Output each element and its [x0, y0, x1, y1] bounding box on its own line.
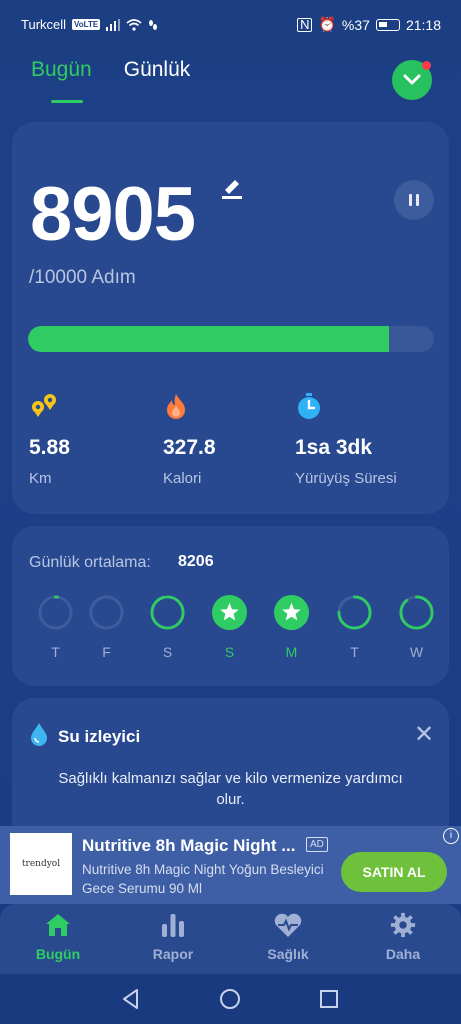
location-pin-icon	[32, 394, 56, 417]
battery-icon	[375, 18, 400, 31]
nav-health[interactable]: Sağlık	[248, 912, 328, 962]
stat-duration: 1sa 3dk Yürüyüş Süresi	[295, 392, 397, 487]
nav-more[interactable]: Daha	[363, 912, 443, 962]
day-indicator[interactable]: T	[336, 594, 374, 660]
nav-label: Rapor	[152, 946, 194, 962]
wifi-icon	[126, 18, 142, 31]
nav-today[interactable]: Bugün	[18, 912, 98, 962]
step-count: 8905	[30, 172, 196, 257]
top-tabs: Bugün Günlük	[31, 58, 190, 82]
alarm-icon: ⏰	[318, 16, 336, 32]
dropdown-button[interactable]	[392, 60, 432, 100]
day-label: S	[162, 644, 173, 660]
signal-icon	[106, 18, 121, 31]
average-label: Günlük ortalama:	[29, 554, 151, 571]
water-drop-icon	[31, 723, 47, 746]
stat-value: 1sa 3dk	[295, 436, 373, 459]
step-goal: /10000 Adım	[29, 267, 136, 288]
home-icon	[46, 914, 70, 936]
day-progress-ring	[399, 595, 434, 630]
day-label: W	[409, 644, 424, 660]
clock: 21:18	[405, 16, 441, 33]
nav-label: Sağlık	[267, 946, 309, 962]
average-value: 8206	[178, 553, 214, 570]
tab-today-underline	[51, 100, 83, 103]
day-progress-ring	[38, 595, 73, 630]
day-label: F	[102, 644, 111, 660]
home-circle-icon[interactable]	[219, 988, 241, 1010]
pause-button[interactable]	[394, 180, 434, 220]
stopwatch-icon	[298, 393, 320, 419]
ad-description: Nutritive 8h Magic Night Yoğun Besleyici…	[82, 862, 324, 896]
ad-title[interactable]: Nutritive 8h Magic Night ...	[82, 836, 295, 856]
day-indicator[interactable]: T	[37, 594, 75, 660]
edit-icon[interactable]	[219, 174, 245, 200]
day-indicator[interactable]: M	[273, 594, 311, 660]
info-icon[interactable]: i	[443, 828, 459, 844]
ad-logo-text: trendyol	[21, 859, 61, 869]
status-right: N ⏰ %37 21:18	[297, 16, 441, 33]
stat-distance: 5.88 Km	[29, 392, 70, 487]
status-left: Turkcell VoLTE	[21, 17, 158, 32]
nav-label: Daha	[385, 946, 421, 962]
day-indicator[interactable]: W	[398, 594, 436, 660]
day-label: S	[224, 644, 235, 660]
recents-icon[interactable]	[318, 988, 340, 1010]
buy-button[interactable]: SATIN AL	[341, 852, 447, 892]
day-progress-ring	[211, 594, 248, 631]
system-nav-bar	[0, 974, 461, 1024]
pause-bar	[416, 194, 419, 206]
stat-calories: 327.8 Kalori	[163, 392, 216, 487]
tab-today[interactable]: Bugün	[31, 58, 92, 82]
day-indicator[interactable]: F	[88, 594, 126, 660]
nav-report[interactable]: Rapor	[133, 912, 213, 962]
day-progress-ring	[273, 594, 310, 631]
water-title: Su izleyici	[58, 727, 141, 746]
volte-badge: VoLTE	[72, 19, 101, 30]
day-label: T	[51, 644, 60, 660]
step-progress-fill	[28, 326, 390, 352]
flame-icon	[167, 394, 185, 419]
ad-badge: AD	[306, 837, 328, 852]
day-label: M	[285, 644, 298, 660]
footsteps-icon	[149, 19, 158, 30]
daily-average-card: Günlük ortalama: 8206 T F S S M T W	[12, 526, 449, 686]
stat-value: 327.8	[163, 436, 216, 459]
bottom-nav: Bugün Rapor Sağlık Daha	[0, 904, 461, 974]
day-label: T	[350, 644, 359, 660]
water-description: Sağlıklı kalmanızı sağlar ve kilo vermen…	[58, 770, 403, 808]
notification-dot	[422, 61, 431, 70]
day-indicator[interactable]: S	[149, 594, 187, 660]
nfc-icon: N	[297, 17, 313, 32]
stat-label: Kalori	[163, 470, 202, 487]
pause-bar	[409, 194, 412, 206]
stat-label: Km	[29, 470, 52, 487]
ad-logo[interactable]: trendyol	[10, 833, 72, 895]
step-progress-bar	[28, 326, 434, 352]
stat-label: Yürüyüş Süresi	[295, 470, 397, 487]
steps-card: 8905 /10000 Adım 5.88 Km 327.8 Kalori 1s…	[12, 122, 449, 514]
gear-icon	[390, 912, 416, 938]
close-icon[interactable]: ✕	[414, 720, 434, 749]
stat-value: 5.88	[29, 436, 70, 459]
day-progress-ring	[89, 595, 124, 630]
status-bar: Turkcell VoLTE N ⏰ %37 21:18	[0, 0, 461, 48]
heart-pulse-icon	[274, 913, 302, 937]
bar-chart-icon	[162, 914, 184, 937]
day-indicator[interactable]: S	[211, 594, 249, 660]
battery-percent: %37	[341, 16, 370, 33]
ad-banner[interactable]: trendyol Nutritive 8h Magic Night ... AD…	[0, 826, 461, 904]
chevron-down-icon	[403, 74, 421, 85]
tab-daily[interactable]: Günlük	[124, 58, 191, 82]
day-progress-ring	[337, 595, 372, 630]
back-icon[interactable]	[120, 988, 142, 1010]
day-progress-ring	[150, 595, 185, 630]
nav-label: Bugün	[35, 946, 81, 962]
carrier-name: Turkcell	[21, 17, 67, 32]
